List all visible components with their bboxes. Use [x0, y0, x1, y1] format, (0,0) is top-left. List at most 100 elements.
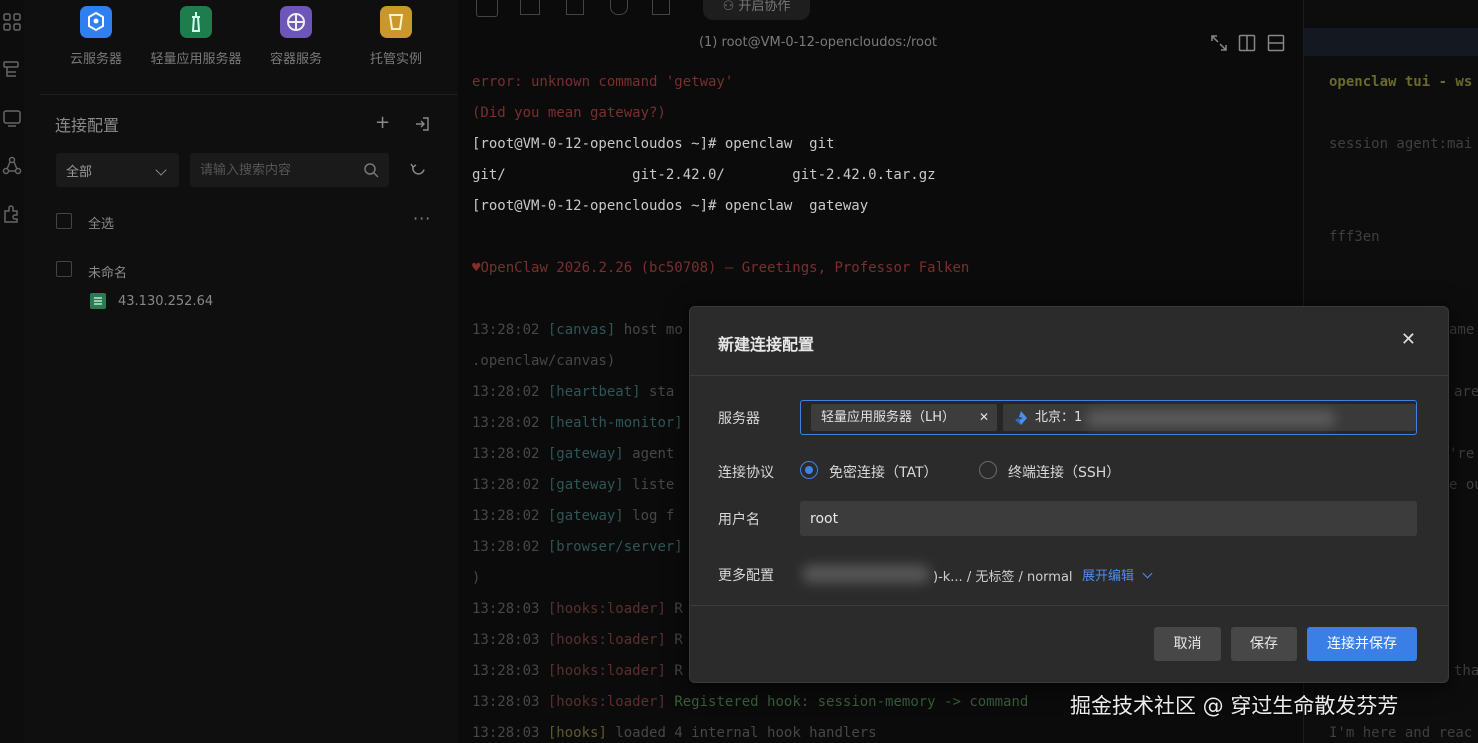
terminal-line: 13:28:03 [hooks:loader] R — [472, 632, 683, 648]
server-select[interactable]: 轻量应用服务器（LH） ✕ 北京：1 — [800, 400, 1417, 435]
search-icon[interactable] — [363, 162, 379, 178]
service-container[interactable]: 容器服务 — [250, 6, 342, 67]
cancel-button[interactable]: 取消 — [1154, 627, 1221, 661]
lighthouse-region-icon — [1015, 411, 1027, 425]
terminal-line: 're — [1449, 446, 1475, 462]
terminal-line: 13:28:02 [heartbeat] sta — [472, 384, 675, 400]
connection-tree-icon[interactable] — [2, 60, 22, 80]
terminal-line: 13:28:03 [hooks:loader] Registered hook:… — [472, 694, 1029, 710]
terminal-line: e ou — [1449, 477, 1478, 493]
terminal-line: error: unknown command 'getway' — [472, 74, 734, 90]
activity-rail — [0, 0, 24, 743]
group-name: 未命名 — [88, 266, 128, 281]
sftp-icon[interactable] — [476, 0, 498, 17]
managed-instance-icon — [380, 6, 412, 38]
search-input[interactable] — [190, 153, 389, 187]
lighthouse-icon — [180, 6, 212, 38]
service-label: 云服务器 — [69, 52, 122, 67]
username-input[interactable] — [800, 501, 1417, 536]
more-options-icon[interactable]: ··· — [413, 209, 431, 228]
collaborate-label: 开启协作 — [738, 0, 791, 14]
chevron-down-icon — [1142, 568, 1153, 579]
terminal-line: ame — [1449, 322, 1475, 338]
connection-panel: 云服务器 轻量应用服务器 容器服务 托管实例 连接配置 + 全部 全选 ··· … — [24, 0, 459, 743]
record-icon[interactable] — [652, 0, 670, 15]
terminal-line: [root@VM-0-12-opencloudos ~]# openclaw g… — [472, 198, 869, 214]
terminal-line: git/ git-2.42.0/ git-2.42.0.tar.gz — [472, 167, 936, 183]
protocol-ssh-label[interactable]: 终端连接（SSH） — [1008, 462, 1120, 482]
filter-select-value: 全部 — [66, 165, 93, 180]
terminal-line: 13:28:02 [gateway] agent — [472, 446, 675, 462]
service-label: 轻量应用服务器 — [150, 52, 242, 67]
protocol-ssh-radio[interactable] — [979, 461, 997, 479]
service-cloud-server[interactable]: 云服务器 — [50, 6, 142, 67]
collaborate-button[interactable]: ⚇ 开启协作 — [703, 0, 810, 20]
dialog-title: 新建连接配置 — [718, 335, 815, 354]
refresh-icon[interactable] — [410, 161, 427, 178]
expand-edit-link[interactable]: 展开编辑 — [1082, 565, 1153, 584]
monitor-icon[interactable] — [2, 108, 22, 128]
apps-grid-icon[interactable] — [2, 12, 22, 32]
group-checkbox[interactable] — [56, 261, 72, 277]
select-all-checkbox[interactable] — [56, 213, 72, 229]
terminal-line: tha — [1454, 663, 1478, 679]
terminal-line: 13:28:02 [browser/server] — [472, 539, 683, 555]
select-all-label: 全选 — [88, 217, 115, 232]
protocol-label: 连接协议 — [718, 465, 774, 481]
pane-header — [1304, 28, 1478, 56]
terminal-tab-title[interactable]: (1) root@VM-0-12-opencloudos:/root — [458, 35, 1178, 50]
terminal-line: 13:28:03 [hooks:loader] R — [472, 601, 683, 617]
container-icon — [280, 6, 312, 38]
terminal-line: (Did you mean gateway?) — [472, 105, 666, 121]
expand-icon[interactable] — [1210, 34, 1228, 52]
network-icon[interactable] — [2, 156, 22, 176]
terminal-line: 13:28:02 [canvas] host mo — [472, 322, 683, 338]
import-icon[interactable] — [414, 116, 430, 132]
panel-title: 连接配置 — [55, 116, 120, 135]
add-icon[interactable]: + — [375, 112, 390, 133]
user-add-icon: ⚇ — [722, 0, 735, 14]
cloud-server-icon — [80, 6, 112, 38]
protocol-tat-label[interactable]: 免密连接（TAT） — [829, 462, 938, 482]
username-label: 用户名 — [718, 512, 760, 528]
terminal-line: 13:28:02 [gateway] log f — [472, 508, 675, 524]
plugin-icon[interactable] — [2, 204, 22, 224]
watermark: 掘金技术社区 @ 穿过生命散发芬芳 — [1070, 694, 1399, 718]
service-lighthouse[interactable]: 轻量应用服务器 — [150, 6, 242, 67]
service-managed-instance[interactable]: 托管实例 — [350, 6, 442, 67]
filter-select[interactable]: 全部 — [56, 153, 179, 187]
terminal-line: session agent:mai — [1329, 136, 1473, 152]
close-icon[interactable]: ✕ — [1401, 329, 1416, 350]
terminal-line: are — [1454, 384, 1478, 400]
terminal-line: [root@VM-0-12-opencloudos ~]# openclaw g… — [472, 136, 835, 152]
terminal-line: 13:28:03 [hooks:loader] R — [472, 663, 683, 679]
terminal-line: .openclaw/canvas) — [472, 353, 616, 369]
host-ip[interactable]: 43.130.252.64 — [118, 294, 213, 309]
tag-close-icon[interactable]: ✕ — [979, 404, 989, 431]
terminal-line: ♥OpenClaw 2026.2.26 (bc50708) — Greeting… — [472, 260, 970, 276]
split-vertical-icon[interactable] — [1238, 34, 1256, 52]
chevron-down-icon — [155, 164, 167, 176]
divider — [40, 94, 458, 95]
terminal-line: 13:28:03 [hooks] loaded 4 internal hook … — [472, 725, 877, 741]
split-horizontal-icon[interactable] — [1267, 34, 1285, 52]
more-config-label: 更多配置 — [718, 568, 774, 584]
redacted-blur — [802, 565, 930, 583]
terminal-line: I'm here and reac — [1329, 725, 1473, 741]
server-region-label: 北京：1 — [1035, 410, 1083, 425]
terminal-line: ) — [472, 570, 481, 586]
terminal-line: openclaw tui - ws — [1329, 74, 1473, 90]
new-connection-dialog: 新建连接配置 ✕ 服务器 轻量应用服务器（LH） ✕ 北京：1 连接协议 免密连… — [689, 306, 1449, 683]
service-label: 托管实例 — [369, 52, 422, 67]
connect-and-save-button[interactable]: 连接并保存 — [1307, 627, 1417, 661]
service-label: 容器服务 — [269, 52, 322, 67]
more-config-summary: )-k... / 无标签 / normal — [933, 570, 1073, 585]
protocol-tat-radio[interactable] — [800, 461, 818, 479]
divider — [690, 375, 1448, 376]
settings-icon[interactable] — [610, 0, 628, 15]
server-label: 服务器 — [718, 411, 760, 427]
split-icon[interactable] — [566, 0, 584, 15]
save-button[interactable]: 保存 — [1231, 627, 1297, 661]
window-icon[interactable] — [520, 0, 540, 15]
redacted-blur — [1086, 410, 1336, 427]
